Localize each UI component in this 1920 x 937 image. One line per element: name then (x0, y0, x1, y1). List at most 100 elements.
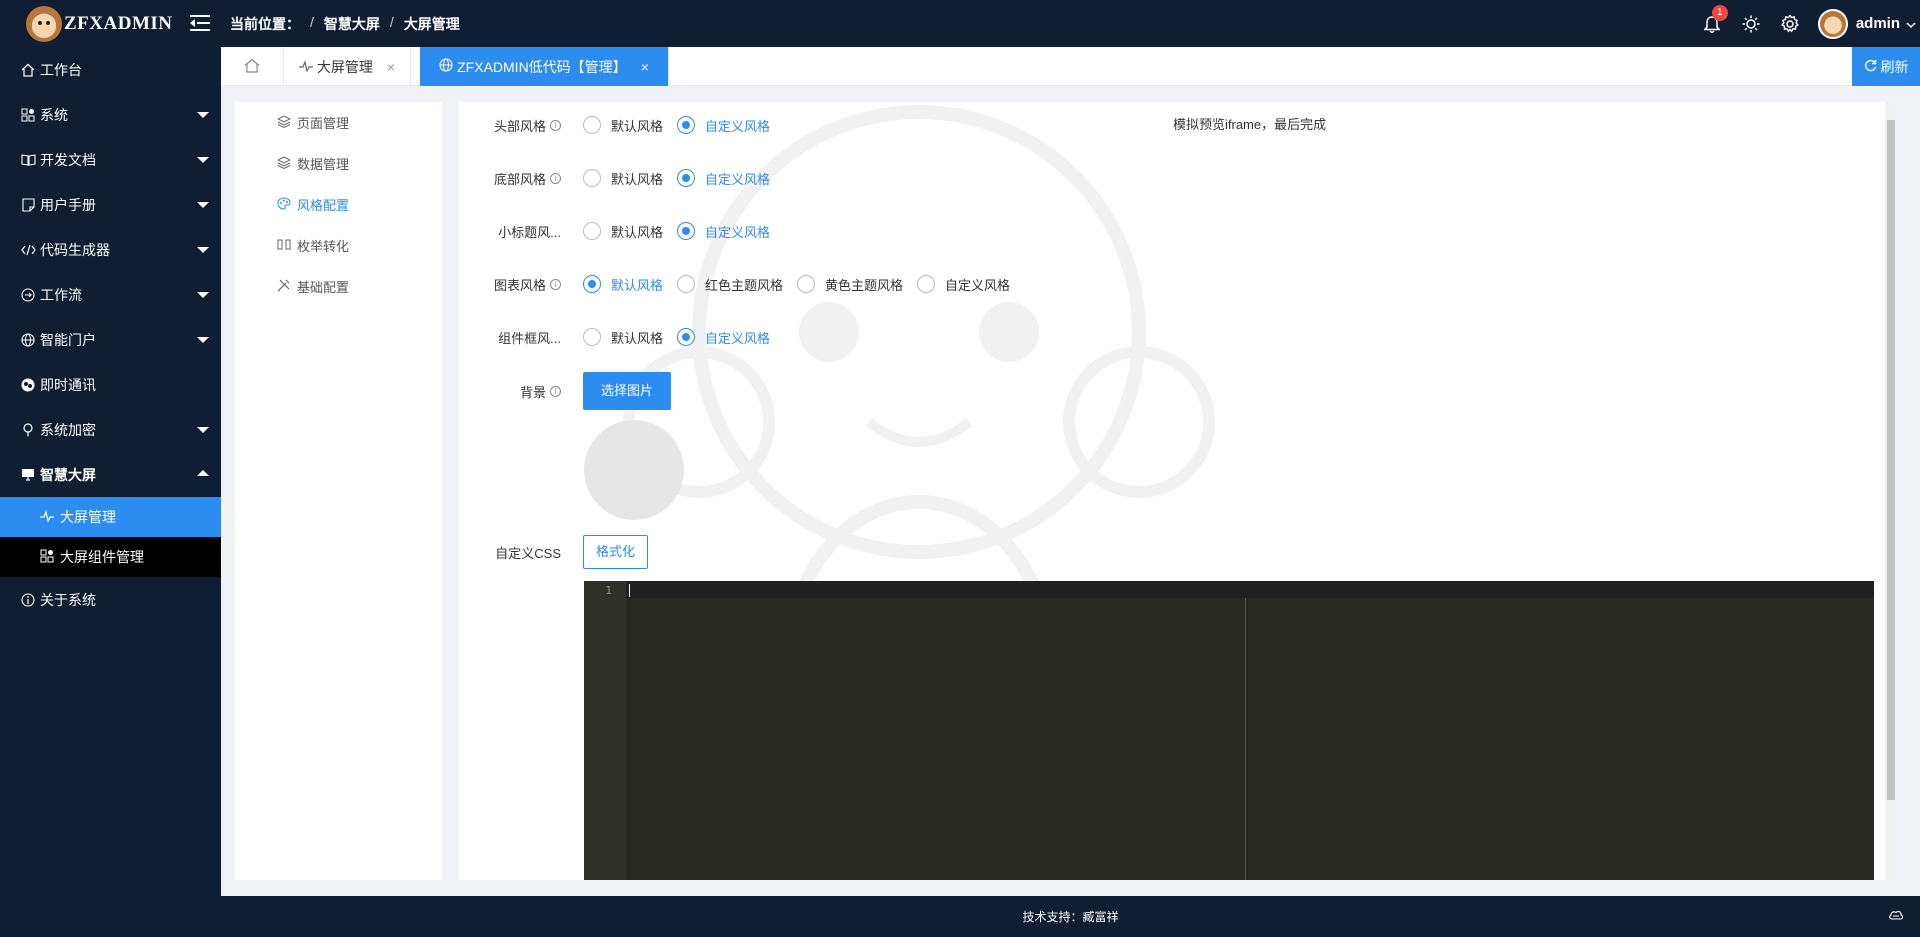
refresh-button[interactable]: 刷新 (1852, 47, 1920, 86)
sidebar-subitem-screen-component-management[interactable]: 大屏组件管理 (0, 537, 221, 577)
caret-down-icon (197, 112, 209, 118)
gear-icon[interactable] (1780, 13, 1800, 34)
smart-screen-submenu: 大屏管理 大屏组件管理 (0, 497, 221, 577)
breadcrumb-item[interactable]: 大屏管理 (404, 14, 460, 34)
avatar[interactable] (1817, 8, 1848, 39)
nav-label: 枚举转化 (297, 239, 350, 254)
radio-chart-default[interactable]: 默认风格 (583, 275, 663, 294)
scrollbar-thumb[interactable] (1887, 120, 1895, 800)
background-preview-image[interactable] (584, 420, 684, 520)
sidebar-item-system[interactable]: 系统 (0, 92, 221, 137)
info-icon[interactable]: i (550, 385, 561, 397)
breadcrumb-separator: / (310, 14, 314, 30)
sidebar-item-dashboard[interactable]: 工作台 (0, 47, 221, 92)
menu-collapse-icon[interactable] (190, 13, 212, 33)
tab-lowcode-management[interactable]: ZFXADMIN低代码【管理】 × (420, 47, 669, 86)
info-icon[interactable]: i (550, 172, 561, 184)
home-icon (20, 62, 36, 78)
note-icon (20, 197, 36, 213)
form-label: 自定义CSS (495, 545, 561, 561)
sidebar-subitem-screen-management[interactable]: 大屏管理 (0, 497, 221, 537)
line-number: 1 (605, 584, 612, 597)
footer: 技术支持：臧富祥 (221, 896, 1920, 937)
sidebar-item-about-system[interactable]: 关于系统 (0, 577, 221, 622)
tab-home[interactable] (221, 47, 284, 86)
sidebar-item-label: 智慧大屏 (40, 466, 96, 483)
tab-label: 大屏管理 (316, 58, 373, 75)
nav-enum-conversion[interactable]: 枚举转化 (235, 225, 442, 266)
sidebar-item-code-generator[interactable]: 代码生成器 (0, 227, 221, 272)
palette-icon (277, 196, 291, 213)
radio-chart-custom[interactable]: 自定义风格 (917, 275, 1010, 294)
form-label: 背景 i (459, 382, 569, 401)
caret-down-icon (197, 247, 209, 253)
radio-frame-default[interactable]: 默认风格 (583, 328, 663, 347)
sidebar-item-label: 开发文档 (40, 151, 96, 168)
theme-sun-icon[interactable] (1742, 14, 1762, 34)
tools-icon (277, 278, 291, 295)
pulse-icon (298, 59, 313, 75)
radio-footer-custom[interactable]: 自定义风格 (677, 169, 770, 188)
chevron-down-icon[interactable] (1906, 16, 1916, 32)
style-config-panel: 头部风格 i 默认风格 自定义风格 底部风格 i 默认风格 自定义风格 小标题风..… (459, 102, 1897, 880)
radio-chart-red-theme[interactable]: 红色主题风格 (677, 275, 783, 294)
chat-icon (20, 377, 36, 393)
username[interactable]: admin (1856, 15, 1900, 32)
bell-icon[interactable]: 1 (1703, 4, 1728, 34)
cloud-icon[interactable] (1888, 908, 1904, 924)
footer-text: 技术支持：臧富祥 (1022, 910, 1119, 924)
refresh-icon (1864, 59, 1877, 75)
monitor-icon (20, 467, 36, 483)
radio-subtitle-custom[interactable]: 自定义风格 (677, 222, 770, 241)
close-icon[interactable]: × (641, 59, 649, 75)
sidebar-item-workflow[interactable]: 工作流 (0, 272, 221, 317)
format-button[interactable]: 格式化 (583, 535, 649, 569)
css-code-editor[interactable]: 1 (584, 581, 1874, 880)
nav-data-management[interactable]: 数据管理 (235, 143, 442, 184)
sidebar-item-smart-screen[interactable]: 智慧大屏 (0, 452, 221, 497)
nav-label: 数据管理 (297, 157, 350, 172)
breadcrumb-item[interactable]: 智慧大屏 (324, 14, 380, 34)
sidebar-item-smart-portal[interactable]: 智能门户 (0, 317, 221, 362)
radio-footer-default[interactable]: 默认风格 (583, 169, 663, 188)
nav-style-config[interactable]: 风格配置 (235, 184, 442, 225)
panel-scrollbar[interactable] (1885, 102, 1897, 880)
nav-page-management[interactable]: 页面管理 (235, 102, 442, 143)
sidebar-item-user-manual[interactable]: 用户手册 (0, 182, 221, 227)
radio-header-default[interactable]: 默认风格 (583, 116, 663, 135)
caret-down-icon (197, 157, 209, 163)
radio-header-custom[interactable]: 自定义风格 (677, 116, 770, 135)
radio-subtitle-default[interactable]: 默认风格 (583, 222, 663, 241)
sidebar-item-label: 用户手册 (40, 196, 96, 213)
tab-screen-management[interactable]: 大屏管理 × (284, 47, 411, 86)
tab-label: ZFXADMIN低代码【管理】 (457, 58, 627, 75)
caret-down-icon (197, 337, 209, 343)
sidebar-item-system-encryption[interactable]: 系统加密 (0, 407, 221, 452)
info-icon[interactable]: i (550, 119, 561, 131)
nav-label: 风格配置 (297, 198, 350, 213)
nav-label: 页面管理 (297, 116, 350, 131)
home-icon (244, 58, 260, 76)
pulse-icon (40, 509, 56, 525)
flow-icon (20, 287, 36, 303)
footer-style-row: 底部风格 i 默认风格 自定义风格 (459, 163, 770, 193)
sidebar-item-label: 系统 (40, 106, 68, 123)
logo-text: ZFXADMIN (64, 13, 173, 34)
editor-print-margin (1245, 598, 1246, 880)
sidebar-item-dev-docs[interactable]: 开发文档 (0, 137, 221, 182)
monkey-logo-icon (26, 6, 62, 42)
radio-chart-yellow-theme[interactable]: 黄色主题风格 (797, 275, 903, 294)
info-icon[interactable]: i (550, 278, 561, 290)
nav-basic-config[interactable]: 基础配置 (235, 266, 442, 307)
editor-cursor (629, 584, 630, 597)
sidebar-item-label: 即时通讯 (40, 376, 96, 393)
close-icon[interactable]: × (387, 59, 395, 75)
tab-bar: 大屏管理 × ZFXADMIN低代码【管理】 × 刷新 (221, 47, 1920, 86)
editor-gutter (584, 581, 626, 880)
logo[interactable]: ZFXADMIN (26, 5, 173, 43)
apps-icon (40, 549, 56, 566)
radio-frame-custom[interactable]: 自定义风格 (677, 328, 770, 347)
sidebar-item-instant-messaging[interactable]: 即时通讯 (0, 362, 221, 407)
form-label: 头部风格 i (459, 116, 569, 135)
choose-image-button[interactable]: 选择图片 (583, 372, 672, 410)
